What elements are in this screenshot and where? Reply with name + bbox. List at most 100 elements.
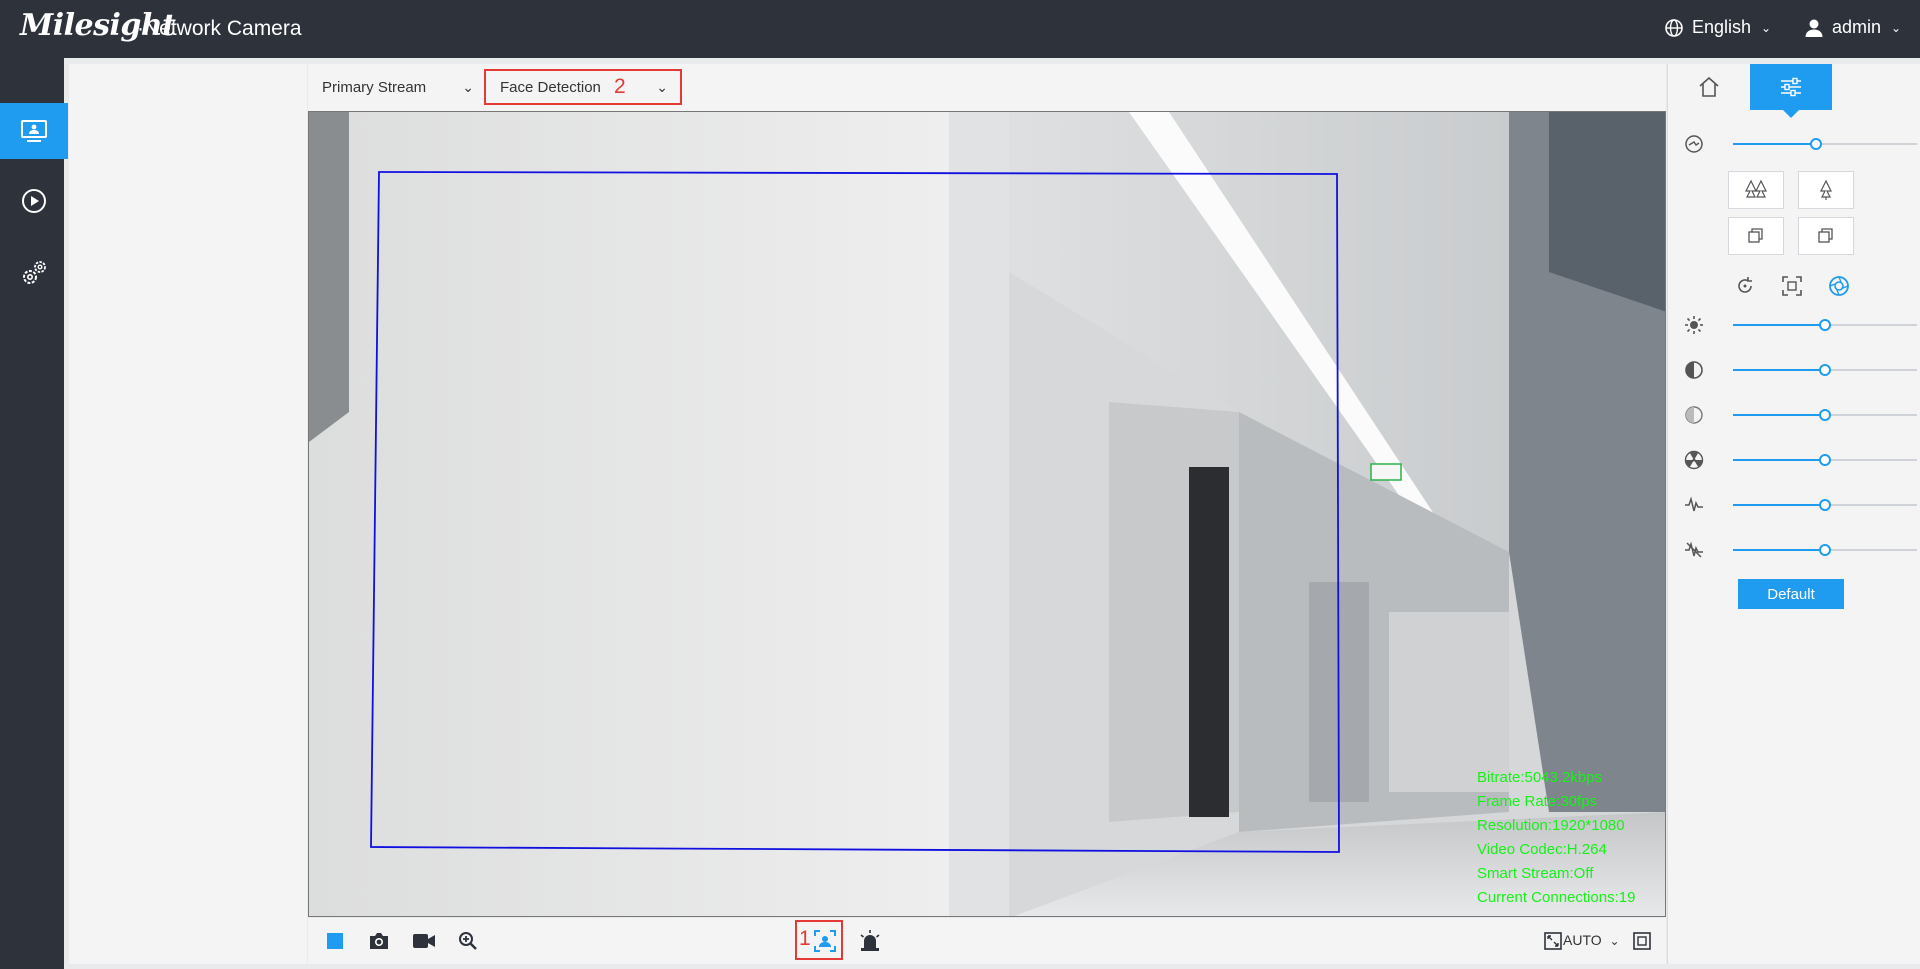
ptz-speed-knob[interactable] (1809, 138, 1822, 150)
language-label: English (1692, 17, 1752, 37)
saturation-knob[interactable] (1819, 409, 1831, 421)
contrast-icon (1685, 361, 1703, 379)
focus-frame-icon (1782, 276, 1802, 296)
stat-bitrate: Bitrate:5043.2kbps (1477, 769, 1603, 786)
refresh-icon (1738, 277, 1752, 293)
ptz-speed-fill (1733, 143, 1816, 145)
noise-reduction-icon (1685, 496, 1703, 512)
user-menu[interactable]: admin ⌄ (1804, 17, 1901, 38)
fullscreen-icon (1633, 932, 1651, 950)
ptz-speed-track[interactable] (1733, 138, 1917, 150)
left-nav (0, 58, 68, 969)
camera-feed-image (309, 112, 1665, 916)
sharpness-knob[interactable] (1819, 454, 1831, 466)
tab-image-settings[interactable] (1750, 64, 1832, 118)
stat-connections: Current Connections:19 (1477, 889, 1636, 906)
noise-reduction-track[interactable] (1733, 499, 1917, 511)
zoom-icon (459, 932, 477, 950)
snapshot-icon (370, 933, 388, 949)
copy-left-icon (1748, 228, 1763, 243)
aspect-ratio-value: AUTO (1563, 932, 1602, 948)
contrast-knob[interactable] (1819, 364, 1831, 376)
video-controls-bar: 1 AUTO ⌄ (308, 918, 1666, 964)
settings-icon (23, 261, 46, 284)
brightness-icon (1685, 316, 1703, 334)
detection-mode-select[interactable]: Face Detection 2 ⌄ (484, 69, 682, 105)
noise-reduction-knob[interactable] (1819, 499, 1831, 511)
default-button[interactable]: Default (1738, 579, 1844, 609)
tab-ptz-home[interactable] (1668, 64, 1750, 110)
live-view-icon (21, 120, 47, 142)
contrast-track[interactable] (1733, 364, 1917, 376)
home-icon (1699, 77, 1719, 97)
stream-select[interactable]: Primary Stream ⌄ (308, 69, 486, 105)
zoom-out-button[interactable] (1728, 171, 1784, 209)
live-video-view[interactable]: Bitrate:5043.2kbps Frame Rate:30fps Reso… (308, 111, 1666, 917)
nav-settings[interactable] (0, 245, 68, 301)
app-header: Milesight ·Network Camera English ⌄ admi… (0, 0, 1920, 58)
chevron-down-icon: ⌄ (656, 78, 668, 95)
speed-icon (1685, 135, 1703, 153)
annotation-marker-2: 2 (614, 75, 626, 98)
stop-icon (327, 933, 343, 949)
aspect-ratio-icon (1544, 932, 1562, 950)
focus-near-button[interactable] (1728, 217, 1784, 255)
ptz-speed-slider[interactable] (1684, 132, 1917, 156)
digital-zoom-button[interactable] (455, 928, 481, 954)
fullscreen-button[interactable] (1629, 928, 1655, 954)
chevron-down-icon: ⌄ (462, 78, 474, 95)
defog-track[interactable] (1733, 544, 1917, 556)
brightness-slider[interactable] (1684, 313, 1917, 337)
chevron-down-icon: ⌄ (1761, 20, 1772, 35)
sharpness-slider[interactable] (1684, 448, 1917, 472)
zoom-in-button[interactable] (1798, 171, 1854, 209)
live-toolbar: Primary Stream ⌄ Face Detection 2 ⌄ (308, 64, 1666, 111)
username-label: admin (1832, 17, 1882, 37)
noise-reduction-slider[interactable] (1684, 493, 1917, 517)
alarm-icon (860, 930, 880, 951)
detection-mode-value: Face Detection (500, 78, 601, 96)
record-button[interactable] (411, 928, 437, 954)
contrast-slider[interactable] (1684, 358, 1917, 382)
noise-reduction-fill (1733, 504, 1825, 506)
stop-button[interactable] (322, 928, 348, 954)
playback-icon (22, 189, 46, 213)
tele-view-icon (1820, 179, 1832, 200)
saturation-icon (1685, 406, 1703, 424)
sharpness-fill (1733, 459, 1825, 461)
nav-live-view[interactable] (0, 103, 68, 159)
image-settings-icon (1781, 77, 1801, 97)
saturation-fill (1733, 414, 1825, 416)
aspect-ratio-select[interactable]: AUTO ⌄ (1563, 932, 1620, 948)
defog-knob[interactable] (1819, 544, 1831, 556)
defog-slider[interactable] (1684, 538, 1917, 562)
saturation-track[interactable] (1733, 409, 1917, 421)
lens-icon (1829, 276, 1849, 296)
defog-fill (1733, 549, 1825, 551)
stat-frame-rate: Frame Rate:30fps (1477, 793, 1598, 810)
chevron-down-icon: ⌄ (1891, 20, 1902, 35)
copy-right-icon (1818, 228, 1833, 243)
wide-view-icon (1745, 179, 1767, 198)
record-icon (413, 934, 435, 948)
user-icon (1805, 19, 1823, 37)
alarm-button[interactable] (857, 928, 883, 954)
saturation-slider[interactable] (1684, 403, 1917, 427)
snapshot-button[interactable] (366, 928, 392, 954)
refresh-button[interactable] (1732, 273, 1758, 299)
nav-playback[interactable] (0, 173, 68, 229)
one-push-focus-button[interactable] (1779, 273, 1805, 299)
stat-smart-stream: Smart Stream:Off (1477, 865, 1594, 882)
sharpness-track[interactable] (1733, 454, 1917, 466)
sharpness-icon (1684, 450, 1704, 470)
focus-far-button[interactable] (1798, 217, 1854, 255)
stat-resolution: Resolution:1920*1080 (1477, 817, 1625, 834)
stat-video-codec: Video Codec:H.264 (1477, 841, 1607, 858)
right-control-panel: Default (1667, 64, 1920, 964)
smart-detection-button[interactable] (812, 928, 838, 954)
lens-init-button[interactable] (1826, 273, 1852, 299)
product-name: ·Network Camera (137, 17, 302, 40)
brightness-track[interactable] (1733, 319, 1917, 331)
brightness-knob[interactable] (1819, 319, 1831, 331)
language-selector[interactable]: English ⌄ (1664, 17, 1771, 38)
